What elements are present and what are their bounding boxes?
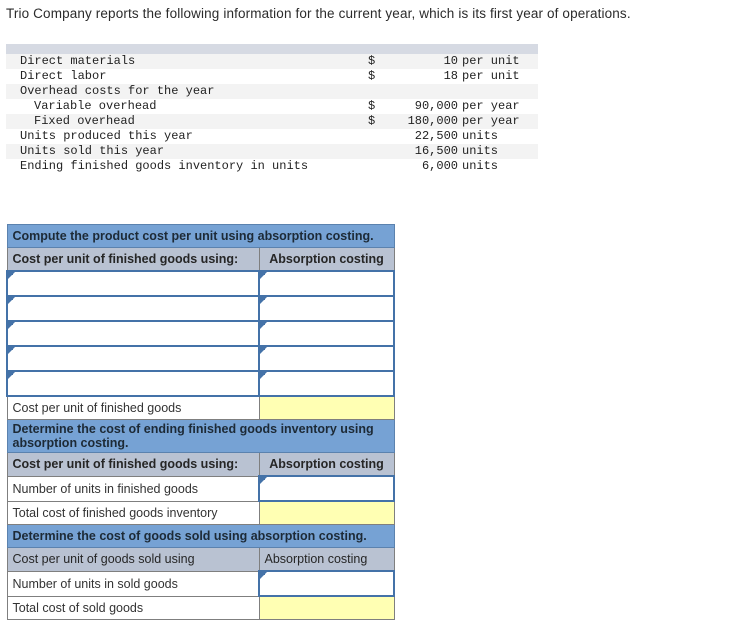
section2-header-row: Cost per unit of finished goods using: A… — [6, 452, 395, 477]
info-row-units-sold: Units sold this year 16,500 units — [6, 144, 538, 159]
section1-entry-value-input-2[interactable] — [257, 295, 396, 322]
section2-units-row[interactable]: Number of units in finished goods — [6, 475, 396, 502]
section1-entry-row-5[interactable] — [6, 370, 396, 397]
section1-instruction-banner: Compute the product cost per unit using … — [6, 224, 395, 248]
section3-header-value: Absorption costing — [258, 547, 395, 572]
info-amount — [384, 84, 462, 99]
section1-entry-row-2[interactable] — [6, 295, 396, 322]
info-label: Units produced this year — [6, 129, 368, 144]
given-information-table: Direct materials $ 10 per unit Direct la… — [6, 44, 538, 174]
section1-entry-row-1[interactable] — [6, 270, 396, 297]
info-currency-symbol — [368, 144, 384, 159]
section3-total-label: Total cost of sold goods — [6, 595, 260, 620]
info-amount: 18 — [384, 69, 462, 84]
section1-entry-label-input-3[interactable] — [6, 320, 260, 347]
section1-entry-row-3[interactable] — [6, 320, 396, 347]
section1-banner-text: Compute the product cost per unit using … — [6, 224, 395, 248]
info-currency-symbol: $ — [368, 69, 384, 84]
section3-header-label: Cost per unit of goods sold using — [6, 547, 260, 572]
section1-total-label: Cost per unit of finished goods — [6, 395, 260, 420]
info-label: Units sold this year — [6, 144, 368, 159]
section1-entry-label-input-1[interactable] — [6, 270, 260, 297]
info-unit: units — [462, 159, 538, 174]
section2-instruction-banner: Determine the cost of ending finished go… — [6, 419, 395, 453]
info-unit: units — [462, 144, 538, 159]
info-label: Direct labor — [6, 69, 368, 84]
info-unit: per year — [462, 99, 538, 114]
info-label: Variable overhead — [6, 99, 368, 114]
section1-entry-row-4[interactable] — [6, 345, 396, 372]
info-row-direct-materials: Direct materials $ 10 per unit — [6, 54, 538, 69]
info-unit: per year — [462, 114, 538, 129]
section1-entry-value-input-1[interactable] — [257, 270, 396, 297]
section3-instruction-banner: Determine the cost of goods sold using a… — [6, 524, 395, 548]
info-unit — [462, 84, 538, 99]
section2-header-value: Absorption costing — [258, 452, 395, 477]
info-row-variable-overhead: Variable overhead $ 90,000 per year — [6, 99, 538, 114]
section2-units-value-input[interactable] — [257, 475, 396, 502]
section3-header-row: Cost per unit of goods sold using Absorp… — [6, 547, 395, 572]
info-currency-symbol: $ — [368, 99, 384, 114]
info-amount: 90,000 — [384, 99, 462, 114]
section2-total-label: Total cost of finished goods inventory — [6, 500, 260, 525]
section1-header-label: Cost per unit of finished goods using: — [6, 247, 260, 272]
info-currency-symbol — [368, 159, 384, 174]
section1-entry-value-input-4[interactable] — [257, 345, 396, 372]
section1-total-row[interactable]: Cost per unit of finished goods — [6, 395, 395, 420]
info-unit: per unit — [462, 69, 538, 84]
info-row-units-produced: Units produced this year 22,500 units — [6, 129, 538, 144]
section3-units-label: Number of units in sold goods — [6, 570, 260, 597]
section1-entry-label-input-5[interactable] — [6, 370, 260, 397]
section1-total-value-input[interactable] — [258, 395, 395, 420]
info-currency-symbol — [368, 129, 384, 144]
section3-units-row[interactable]: Number of units in sold goods — [6, 570, 396, 597]
info-table-top-band — [6, 44, 538, 54]
info-label: Ending finished goods inventory in units — [6, 159, 368, 174]
section1-entry-label-input-2[interactable] — [6, 295, 260, 322]
info-amount: 16,500 — [384, 144, 462, 159]
section2-header-label: Cost per unit of finished goods using: — [6, 452, 260, 477]
section3-total-value-input[interactable] — [258, 595, 395, 620]
section2-total-value-input[interactable] — [258, 500, 395, 525]
info-label: Overhead costs for the year — [6, 84, 368, 99]
info-row-direct-labor: Direct labor $ 18 per unit — [6, 69, 538, 84]
section3-banner-text: Determine the cost of goods sold using a… — [6, 524, 395, 548]
section2-total-row[interactable]: Total cost of finished goods inventory — [6, 500, 395, 525]
section2-units-label: Number of units in finished goods — [6, 475, 260, 502]
section2-banner-text: Determine the cost of ending finished go… — [6, 419, 395, 453]
info-unit: units — [462, 129, 538, 144]
info-amount: 6,000 — [384, 159, 462, 174]
info-amount: 10 — [384, 54, 462, 69]
info-row-fixed-overhead: Fixed overhead $ 180,000 per year — [6, 114, 538, 129]
absorption-costing-worksheet[interactable]: Compute the product cost per unit using … — [6, 224, 396, 620]
section3-units-value-input[interactable] — [257, 570, 396, 597]
section1-header-row: Cost per unit of finished goods using: A… — [6, 247, 395, 272]
section3-total-row[interactable]: Total cost of sold goods — [6, 595, 395, 620]
info-row-ending-inventory: Ending finished goods inventory in units… — [6, 159, 538, 174]
info-currency-symbol — [368, 84, 384, 99]
info-amount: 22,500 — [384, 129, 462, 144]
section1-header-value: Absorption costing — [258, 247, 395, 272]
section1-entry-value-input-5[interactable] — [257, 370, 396, 397]
info-label: Fixed overhead — [6, 114, 368, 129]
info-currency-symbol: $ — [368, 54, 384, 69]
info-label: Direct materials — [6, 54, 368, 69]
info-currency-symbol: $ — [368, 114, 384, 129]
section1-entry-value-input-3[interactable] — [257, 320, 396, 347]
info-unit: per unit — [462, 54, 538, 69]
section1-entry-label-input-4[interactable] — [6, 345, 260, 372]
info-amount: 180,000 — [384, 114, 462, 129]
page-title: Trio Company reports the following infor… — [6, 6, 631, 21]
info-row-overhead-costs: Overhead costs for the year — [6, 84, 538, 99]
